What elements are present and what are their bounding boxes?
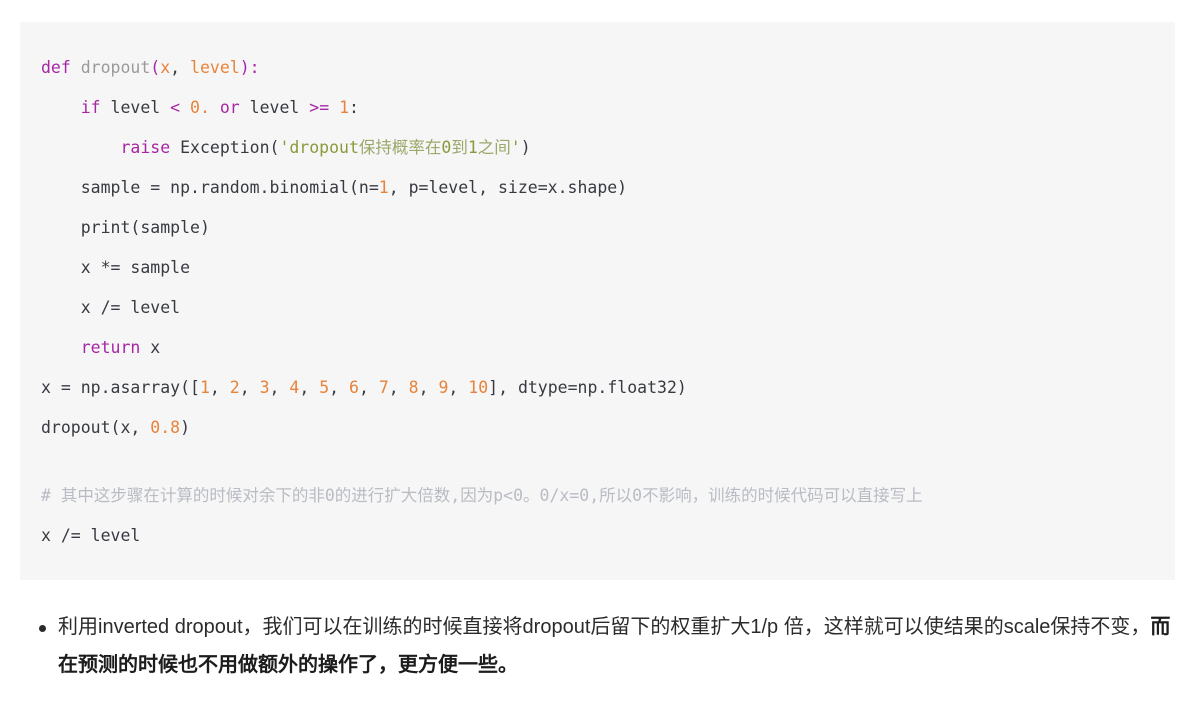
code-token-num: 0.8 <box>150 418 181 437</box>
code-token-plain: , <box>388 378 409 397</box>
code-token-num: 8 <box>408 378 419 397</box>
code-token-plain: , <box>329 378 350 397</box>
code-token-plain: , <box>209 378 230 397</box>
code-token-num: 5 <box>319 378 330 397</box>
code-line: if level < 0. or level >= 1: <box>20 88 1175 128</box>
code-token-plain: ) <box>520 138 531 157</box>
page-root: def dropout(x, level): if level < 0. or … <box>0 0 1204 716</box>
code-token-kw: def <box>41 58 71 77</box>
code-token-plain: ], dtype=np.float32) <box>488 378 687 397</box>
code-token-num: 3 <box>259 378 270 397</box>
code-token-num: 7 <box>378 378 389 397</box>
code-token-kw: raise <box>120 138 171 157</box>
list-item: 利用inverted dropout，我们可以在训练的时候直接将dropout后… <box>28 608 1178 684</box>
code-token-plain: level <box>239 98 310 117</box>
bullet-list: 利用inverted dropout，我们可以在训练的时候直接将dropout后… <box>28 608 1178 684</box>
code-token-num: 1 <box>378 178 389 197</box>
code-token-plain: print(sample) <box>80 218 210 237</box>
code-line: x = np.asarray([1, 2, 3, 4, 5, 6, 7, 8, … <box>20 368 1175 408</box>
code-token-str: ' <box>510 138 521 157</box>
code-token-num: 2 <box>229 378 240 397</box>
code-line: # 其中这步骤在计算的时候对余下的非0的进行扩大倍数,因为p<0。0/x=0,所… <box>20 476 1175 516</box>
code-line: x /= level <box>20 516 1175 556</box>
code-token-kw: return <box>80 338 141 357</box>
code-token-num: 10 <box>468 378 489 397</box>
code-line: raise Exception('dropout保持概率在0到1之间') <box>20 128 1175 168</box>
code-token-plain: : <box>349 98 359 117</box>
code-token-num: 6 <box>349 378 359 397</box>
code-line: print(sample) <box>20 208 1175 248</box>
code-token-cls: Exception <box>180 138 270 157</box>
code-token-punc: ) <box>239 58 250 77</box>
code-token-plain: x /= level <box>41 526 141 545</box>
code-token-fn: dropout <box>80 58 151 77</box>
code-token-plain: level <box>100 98 171 117</box>
code-token-plain: ) <box>180 418 191 437</box>
code-token-strcjk: 到 <box>451 138 468 157</box>
code-token-plain: x = np.asarray([ <box>41 378 200 397</box>
code-token-str: 0 <box>441 138 452 157</box>
code-token-num: 9 <box>438 378 449 397</box>
code-token-plain: , <box>418 378 439 397</box>
code-token-comment: # 其中这步骤在计算的时候对余下的非0的进行扩大倍数,因为p<0。0/x=0,所… <box>41 486 923 505</box>
code-token-plain: ( <box>269 138 280 157</box>
code-token-strcjk: 之间 <box>477 138 511 157</box>
code-token-op: >= <box>309 98 330 117</box>
code-token-str: 1 <box>467 138 478 157</box>
code-token-kw: if <box>80 98 101 117</box>
bullet-text: 利用inverted dropout，我们可以在训练的时候直接将dropout后… <box>58 616 1151 638</box>
code-line: dropout(x, 0.8) <box>20 408 1175 448</box>
code-token-plain: , <box>170 58 191 77</box>
code-token-plain: dropout(x, <box>41 418 151 437</box>
code-block: def dropout(x, level): if level < 0. or … <box>20 22 1175 580</box>
code-line: sample = np.random.binomial(n=1, p=level… <box>20 168 1175 208</box>
code-token-num: 0. <box>190 98 210 117</box>
code-token-plain: , <box>239 378 260 397</box>
code-token-num: 4 <box>289 378 300 397</box>
code-token-plain: , <box>299 378 320 397</box>
code-token-strcjk: 保持概率在 <box>358 138 442 157</box>
code-token-op: < <box>170 98 181 117</box>
code-token-str: 'dropout <box>279 138 359 157</box>
code-token-plain: x /= level <box>80 298 181 317</box>
code-line: def dropout(x, level): <box>20 48 1175 88</box>
code-line: x /= level <box>20 288 1175 328</box>
code-token-plain: , p=level, size=x.shape) <box>388 178 628 197</box>
code-token-plain: x *= sample <box>80 258 191 277</box>
code-token-punc: : <box>249 58 260 77</box>
code-line: x *= sample <box>20 248 1175 288</box>
code-token-plain: sample = np.random.binomial(n= <box>80 178 379 197</box>
code-token-punc: ( <box>150 58 161 77</box>
code-token-plain: , <box>448 378 469 397</box>
code-token-kw: or <box>219 98 240 117</box>
code-token-num: 1 <box>199 378 210 397</box>
code-token-plain: x <box>140 338 161 357</box>
code-token-plain: , <box>358 378 379 397</box>
code-line: return x <box>20 328 1175 368</box>
code-token-plain: , <box>269 378 290 397</box>
code-token-num: 1 <box>339 98 350 117</box>
code-token-param: level <box>190 58 240 77</box>
code-token-param: x <box>160 58 171 77</box>
